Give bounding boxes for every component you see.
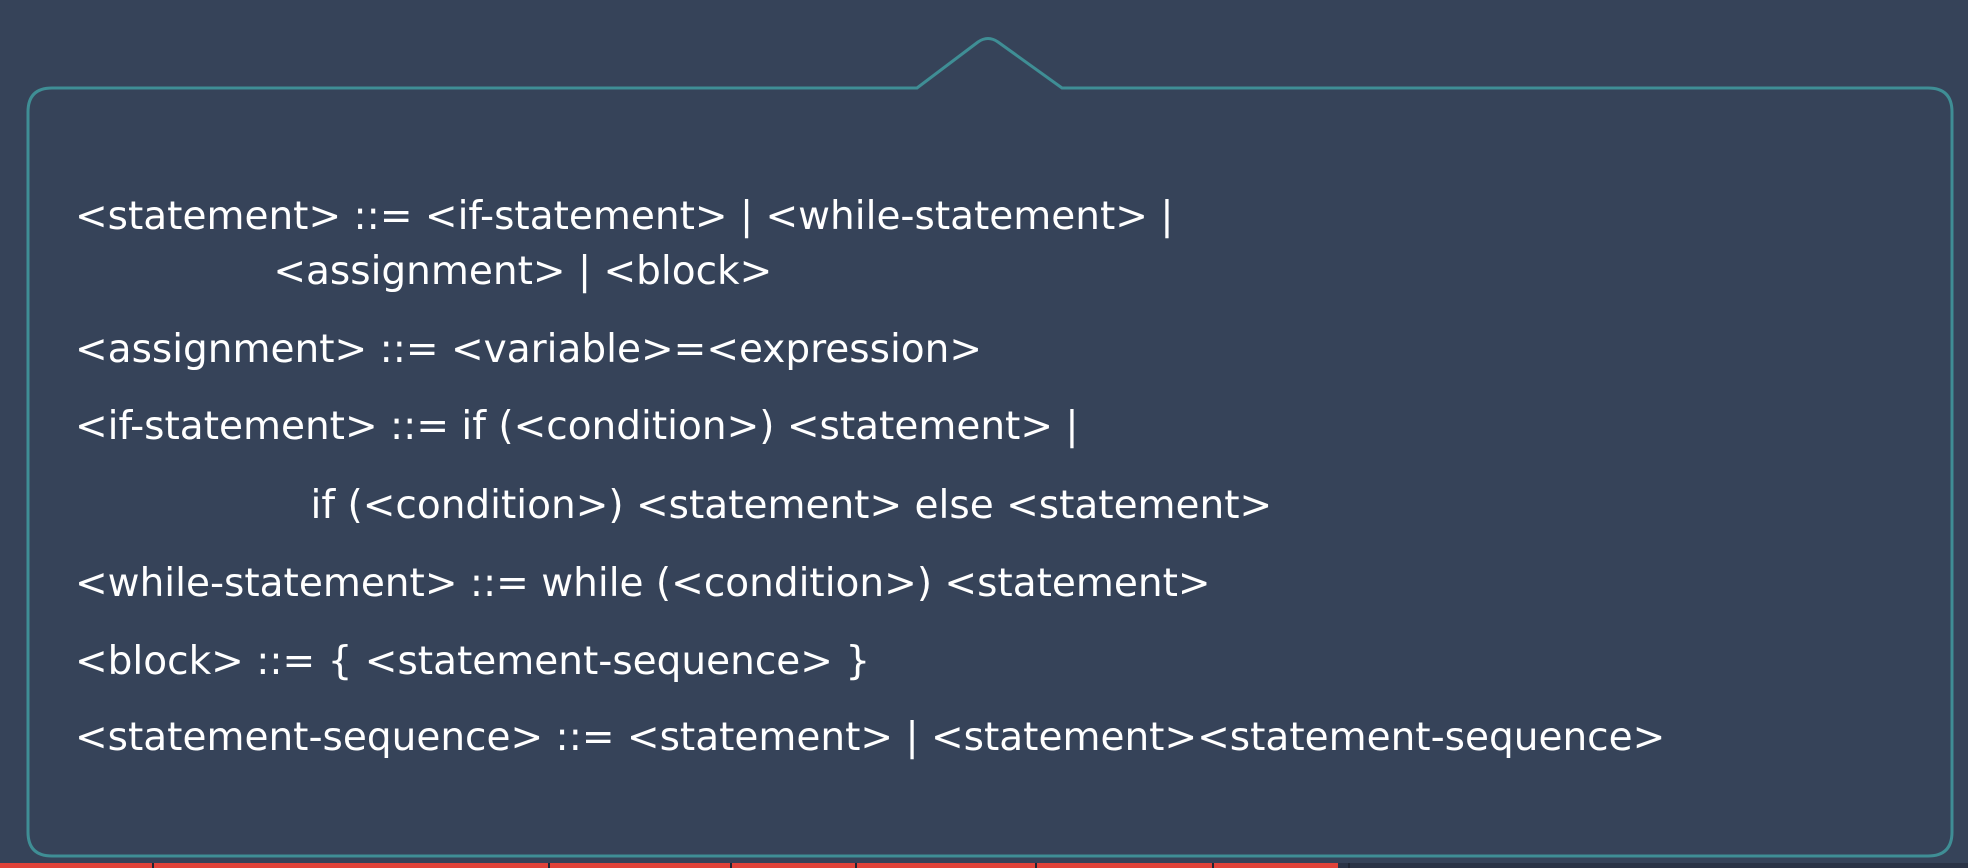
grammar-line-assignment: <assignment> ::= <variable>=<expression> (75, 327, 983, 372)
grammar-line-block: <block> ::= { <statement-sequence> } (75, 639, 871, 684)
bnf-grammar: <statement> ::= <if-statement> | <while-… (0, 0, 1968, 868)
grammar-line-while-statement: <while-statement> ::= while (<condition>… (75, 561, 1211, 606)
chapter-marker (1212, 863, 1214, 868)
slide: <statement> ::= <if-statement> | <while-… (0, 0, 1968, 868)
chapter-marker (1035, 863, 1037, 868)
grammar-line-statement-sequence: <statement-sequence> ::= <statement> | <… (75, 715, 1666, 760)
video-progress-bar[interactable] (0, 863, 1968, 868)
grammar-line-statement-continued: <assignment> | <block> (75, 249, 773, 294)
chapter-marker (855, 863, 857, 868)
chapter-marker (730, 863, 732, 868)
grammar-line-if-else: if (<condition>) <statement> else <state… (75, 483, 1273, 528)
grammar-line-if-statement: <if-statement> ::= if (<condition>) <sta… (75, 404, 1079, 449)
video-progress-played (0, 863, 1339, 868)
chapter-marker (1348, 863, 1350, 868)
chapter-marker (548, 863, 550, 868)
grammar-line-statement: <statement> ::= <if-statement> | <while-… (75, 194, 1174, 239)
chapter-marker (152, 863, 154, 868)
